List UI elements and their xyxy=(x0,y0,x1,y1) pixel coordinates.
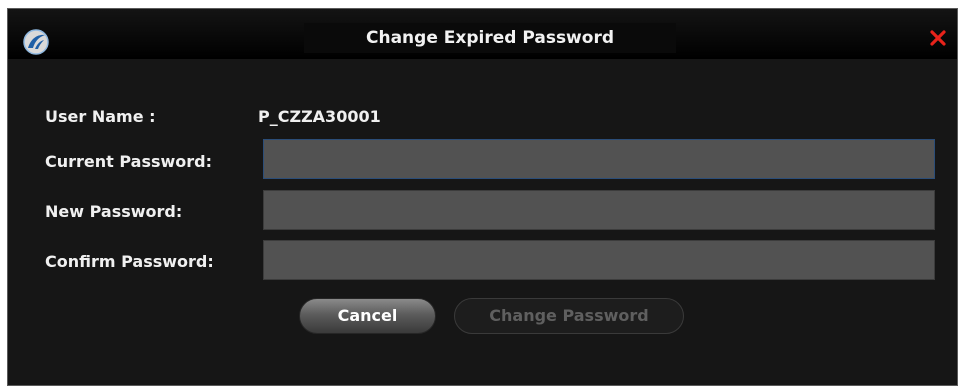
dialog-title: Change Expired Password xyxy=(366,28,614,48)
user-name-value: P_CZZA30001 xyxy=(258,107,381,126)
user-name-label: User Name : xyxy=(45,107,156,126)
change-password-dialog: Change Expired Password User Name : P_CZ… xyxy=(7,8,958,386)
confirm-password-field[interactable] xyxy=(263,240,935,280)
title-bar: Change Expired Password xyxy=(8,9,957,59)
current-password-field[interactable] xyxy=(263,139,935,179)
confirm-password-label: Confirm Password: xyxy=(45,252,214,271)
new-password-label: New Password: xyxy=(45,202,183,221)
close-icon[interactable] xyxy=(927,27,949,49)
change-password-button[interactable]: Change Password xyxy=(454,298,684,334)
current-password-label: Current Password: xyxy=(45,152,213,171)
cancel-button[interactable]: Cancel xyxy=(299,298,436,334)
app-logo-icon xyxy=(23,29,49,55)
new-password-field[interactable] xyxy=(263,190,935,230)
